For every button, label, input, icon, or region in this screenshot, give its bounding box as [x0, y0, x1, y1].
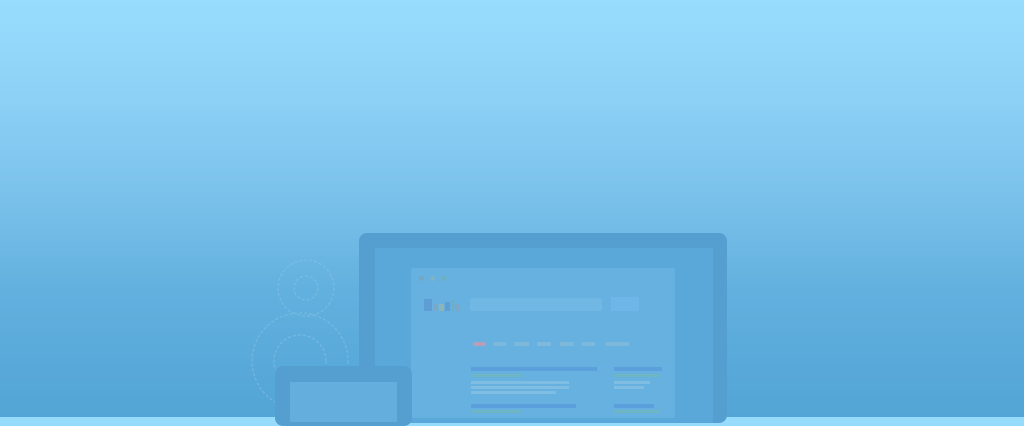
sidebar-title-line	[614, 367, 662, 371]
window-minimize-dot	[430, 276, 435, 281]
sidebar-url-line	[614, 410, 660, 413]
sidebar-snippet-line	[614, 386, 644, 389]
tab-images	[494, 342, 506, 346]
search-engine-logo-icon	[424, 298, 460, 311]
result-snippet-line	[471, 386, 569, 389]
result-title-line	[471, 367, 597, 371]
tab-more	[606, 342, 629, 346]
tab-all	[473, 342, 486, 346]
tab-videos	[582, 342, 595, 346]
tablet-screen	[290, 382, 397, 422]
tab-shopping	[560, 342, 574, 346]
result-snippet-line	[471, 381, 569, 384]
result-url-line	[471, 410, 521, 413]
tab-news	[537, 342, 551, 346]
result-snippet-line	[471, 391, 556, 394]
tab-maps	[514, 342, 529, 346]
search-button	[611, 297, 639, 311]
result-title-line	[471, 404, 576, 408]
sidebar-snippet-line	[614, 381, 650, 384]
window-maximize-dot	[441, 276, 446, 281]
sidebar-title-line	[614, 404, 654, 408]
result-url-line	[471, 374, 521, 377]
search-input	[470, 298, 602, 311]
window-close-dot	[419, 276, 424, 281]
sidebar-url-line	[614, 374, 660, 377]
hero-banner	[0, 0, 1024, 426]
